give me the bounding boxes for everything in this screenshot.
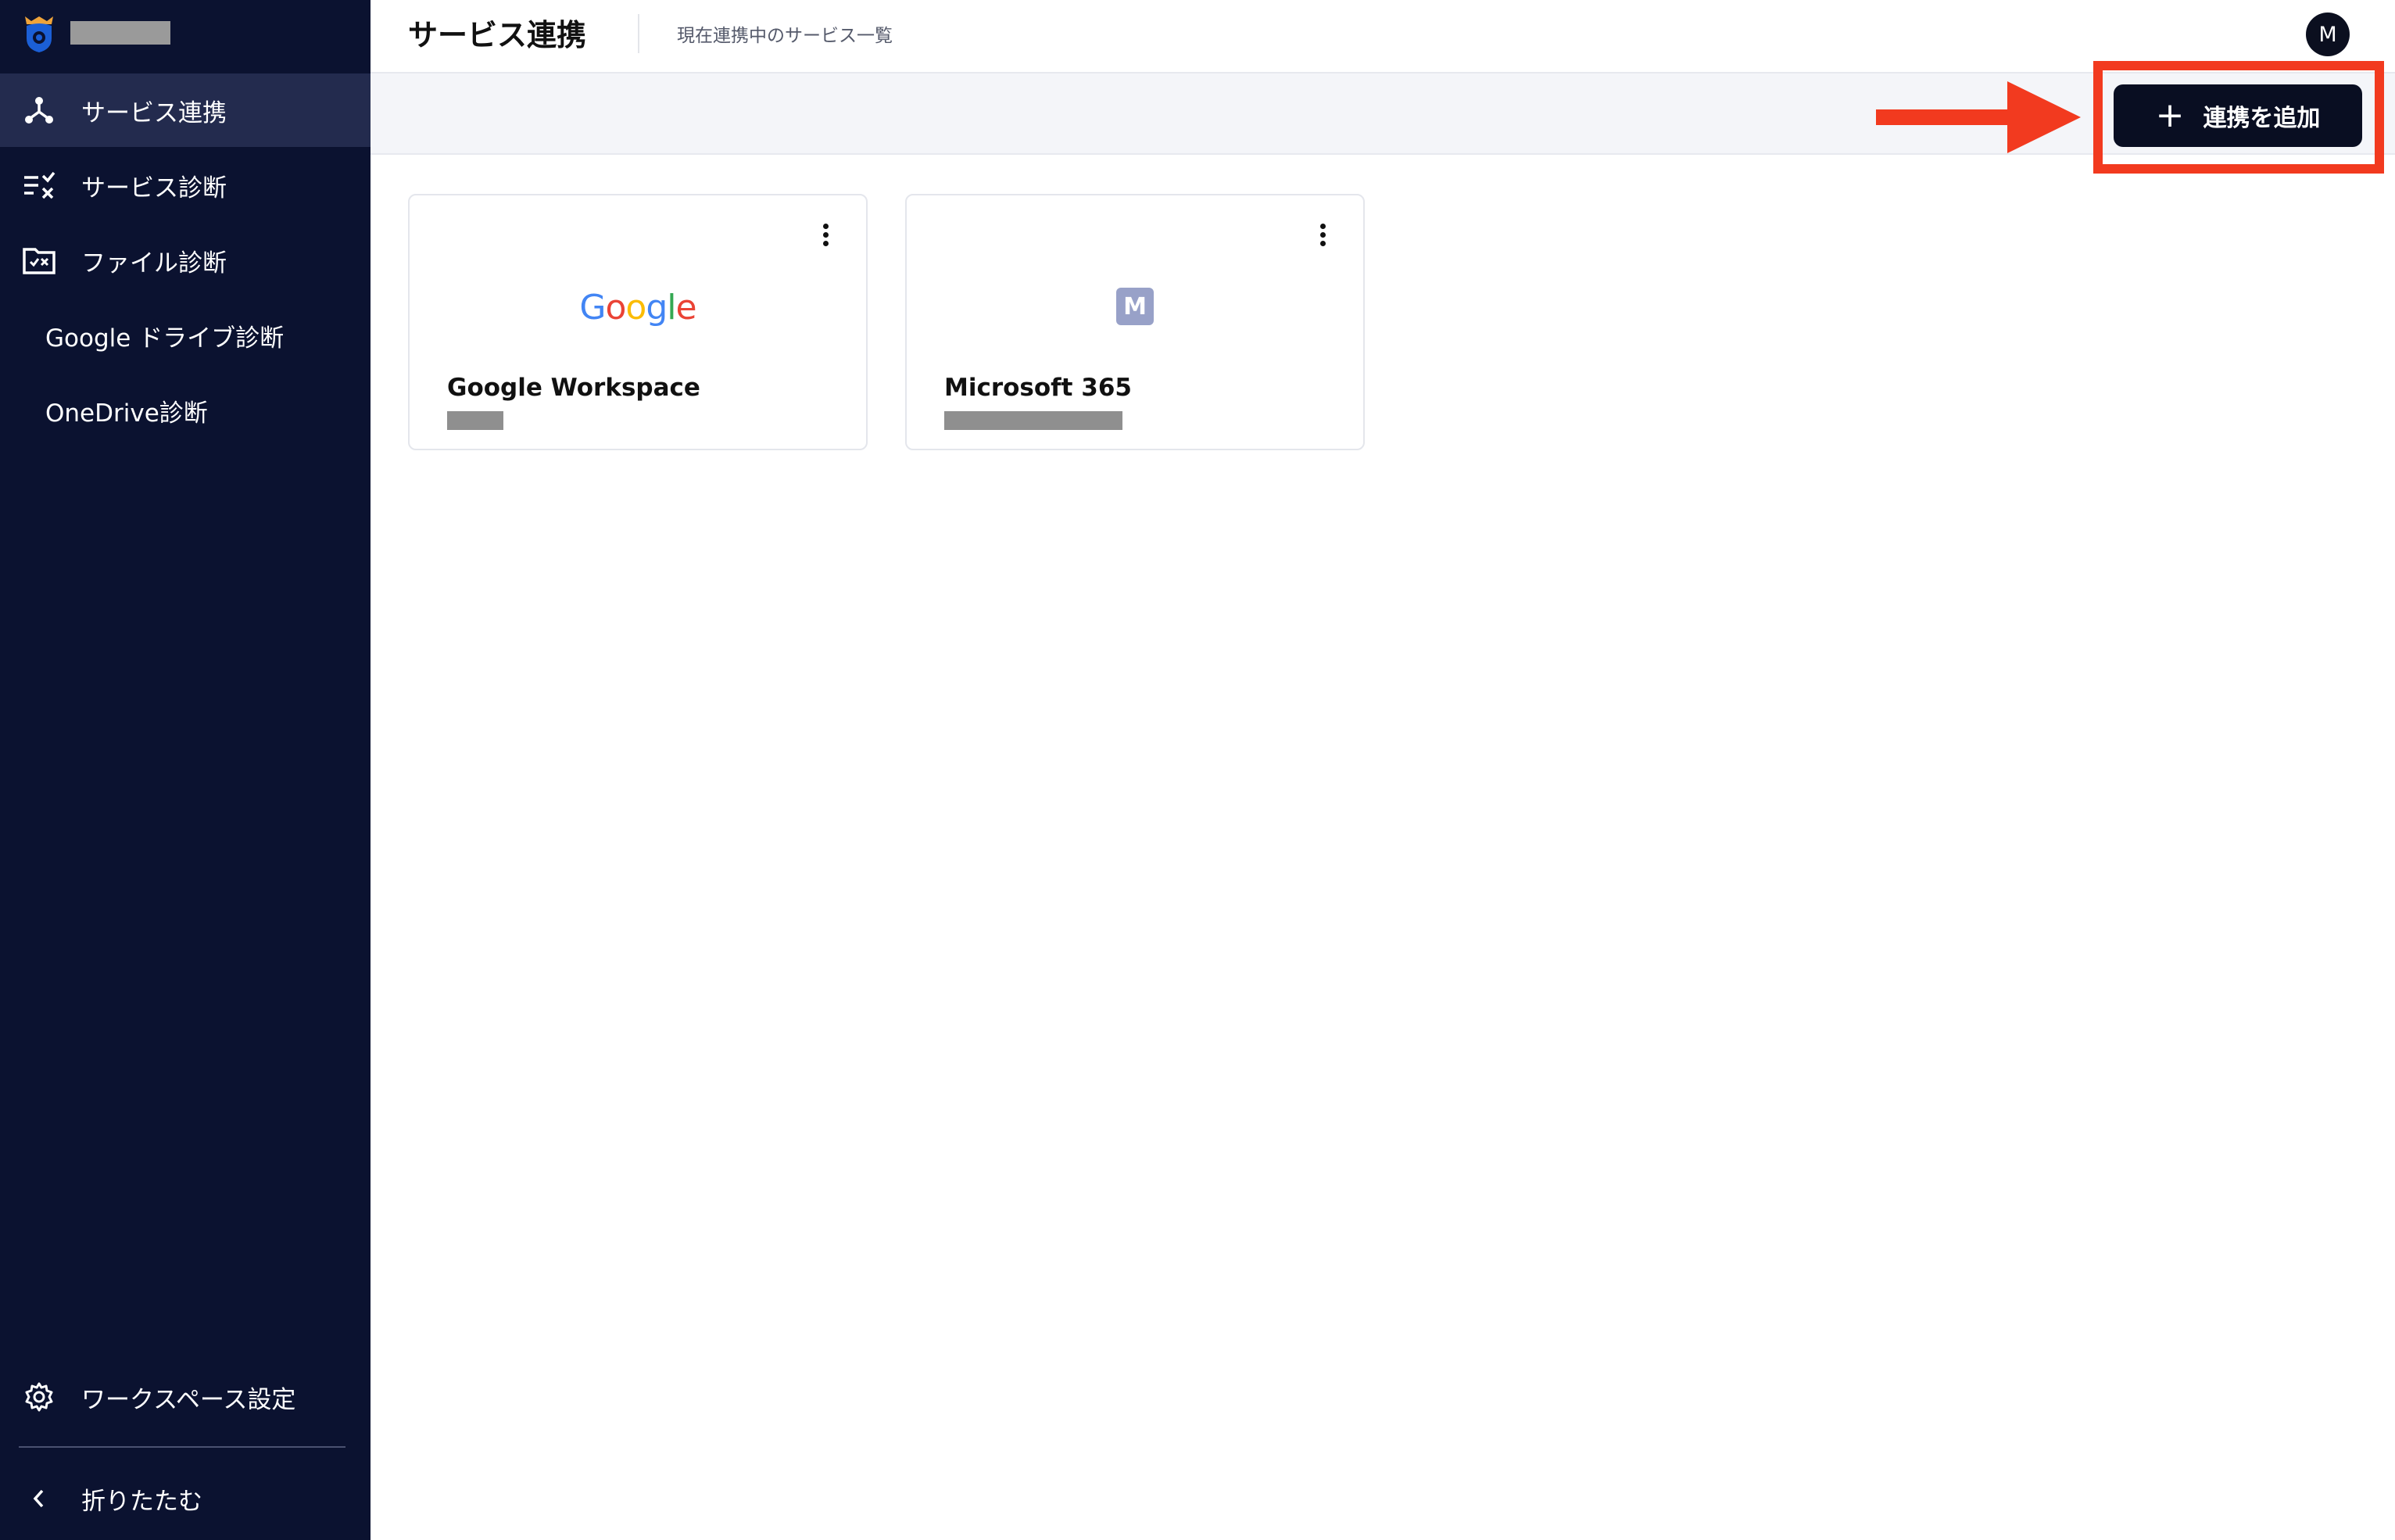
ms-tile-icon: M xyxy=(1116,288,1154,325)
card-title: Microsoft 365 xyxy=(944,374,1132,402)
page-title: サービス連携 xyxy=(408,18,587,52)
sidebar-item-onedrive-diagnosis[interactable]: OneDrive診断 xyxy=(0,374,371,447)
sidebar-item-google-drive-diagnosis[interactable]: Google ドライブ診断 xyxy=(0,299,371,372)
sidebar-item-label: サービス連携 xyxy=(81,98,227,127)
google-logo: Google xyxy=(579,288,696,328)
action-toolbar: + 連携を追加 xyxy=(371,73,2395,155)
card-detail-redacted xyxy=(447,411,503,430)
sidebar-item-file-diagnosis[interactable]: ファイル診断 xyxy=(0,224,371,297)
sidebar: サービス連携 サービス診断 ファイル診断 Google ドライブ診断 OneDr… xyxy=(0,0,371,1540)
brand-name-redacted xyxy=(70,21,170,45)
page-header: サービス連携 現在連携中のサービス一覧 M xyxy=(371,0,2395,73)
connection-icon xyxy=(22,93,56,127)
microsoft-365-logo: M xyxy=(907,288,1363,325)
sidebar-item-service-integration[interactable]: サービス連携 xyxy=(0,73,371,147)
app-window: サービス連携 サービス診断 ファイル診断 Google ドライブ診断 OneDr… xyxy=(0,0,2395,1540)
avatar[interactable]: M xyxy=(2306,13,2350,56)
sidebar-item-label: OneDrive診断 xyxy=(45,399,208,428)
sidebar-item-label: ファイル診断 xyxy=(81,249,227,278)
sidebar-item-label: Google ドライブ診断 xyxy=(45,324,285,353)
add-integration-label: 連携を追加 xyxy=(2203,105,2321,132)
more-options-icon[interactable] xyxy=(816,224,835,255)
sidebar-divider xyxy=(19,1446,345,1448)
card-title: Google Workspace xyxy=(447,374,700,402)
more-options-icon[interactable] xyxy=(1313,224,1332,255)
checklist-icon xyxy=(22,168,56,202)
sidebar-item-label: ワークスペース設定 xyxy=(81,1385,296,1414)
sidebar-item-workspace-settings[interactable]: ワークスペース設定 xyxy=(0,1360,371,1434)
card-detail-redacted xyxy=(944,411,1122,430)
sidebar-item-label: 折りたたむ xyxy=(81,1487,202,1516)
brand[interactable] xyxy=(22,11,170,55)
page-subtitle: 現在連携中のサービス一覧 xyxy=(677,26,893,46)
title-divider xyxy=(638,14,639,53)
gear-icon xyxy=(22,1380,56,1414)
folder-scan-icon xyxy=(22,243,56,278)
plus-icon: + xyxy=(2155,95,2185,135)
integration-card-google-workspace[interactable]: Google Google Workspace xyxy=(408,194,868,450)
add-integration-button[interactable]: + 連携を追加 xyxy=(2114,84,2362,147)
sidebar-item-service-diagnosis[interactable]: サービス診断 xyxy=(0,149,371,222)
brand-logo-icon xyxy=(25,16,53,52)
integration-card-microsoft-365[interactable]: M Microsoft 365 xyxy=(905,194,1365,450)
sidebar-collapse-button[interactable]: 折りたたむ xyxy=(0,1462,371,1535)
chevron-left-icon xyxy=(22,1481,56,1516)
sidebar-item-label: サービス診断 xyxy=(81,174,227,202)
